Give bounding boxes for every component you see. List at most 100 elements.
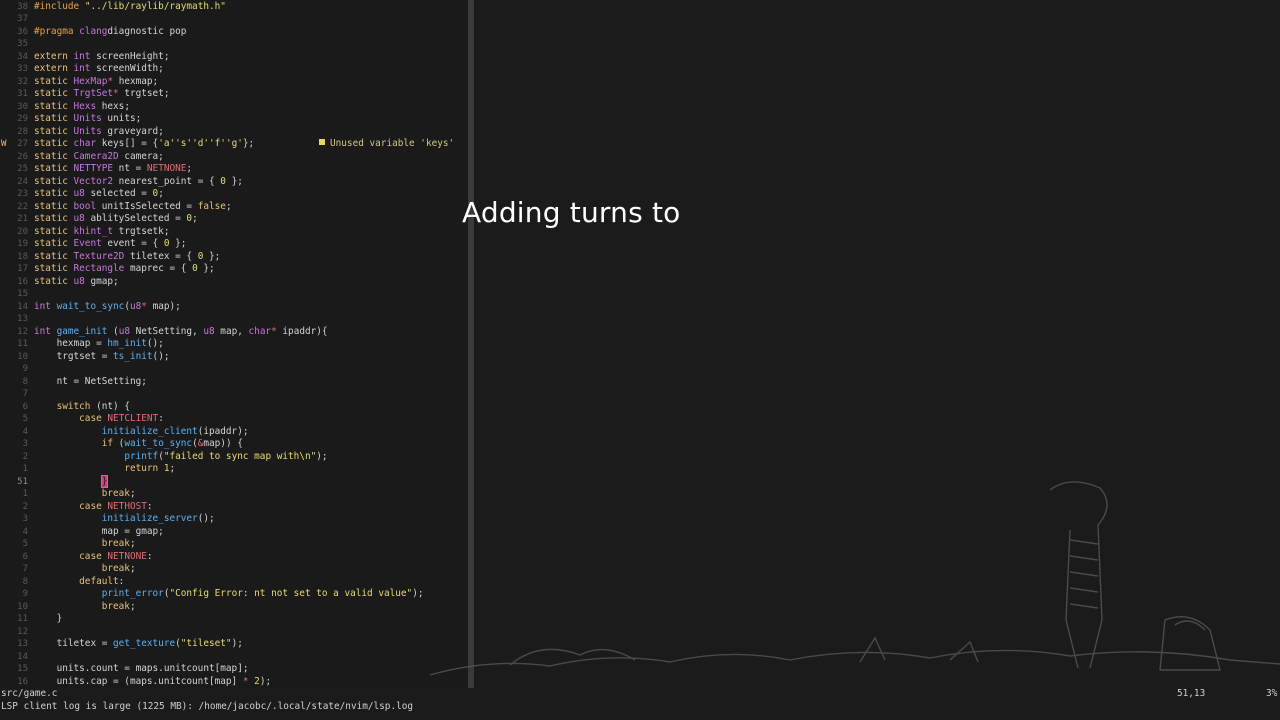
- code-text[interactable]: map = gmap;: [34, 526, 164, 539]
- code-line[interactable]: 22 static bool unitIsSelected = false;: [0, 201, 468, 214]
- code-editor-pane[interactable]: 38 #include "../lib/raylib/raymath.h" 37 36…: [0, 0, 468, 688]
- code-text[interactable]: initialize_server();: [34, 513, 215, 526]
- code-text[interactable]: nt = NetSetting;: [34, 376, 147, 389]
- code-line[interactable]: 19 static Event event = { 0 };: [0, 238, 468, 251]
- code-text[interactable]: static Units units;: [34, 113, 141, 126]
- code-text[interactable]: static Hexs hexs;: [34, 101, 130, 114]
- code-line[interactable]: 7 break;: [0, 563, 468, 576]
- code-line[interactable]: 4 map = gmap;: [0, 526, 468, 539]
- code-line[interactable]: 24 static Vector2 nearest_point = { 0 };: [0, 176, 468, 189]
- code-text[interactable]: static u8 selected = 0;: [34, 188, 164, 201]
- code-line[interactable]: 14 int wait_to_sync(u8* map);: [0, 301, 468, 314]
- code-line[interactable]: 29 static Units units;: [0, 113, 468, 126]
- code-text[interactable]: static Rectangle maprec = { 0 };: [34, 263, 215, 276]
- code-line[interactable]: 36 #pragma clangdiagnostic pop: [0, 26, 468, 39]
- code-line[interactable]: 31 static TrgtSet* trgtset;: [0, 88, 468, 101]
- code-text[interactable]: }: [34, 613, 63, 626]
- code-line[interactable]: 9: [0, 363, 468, 376]
- code-line[interactable]: 25 static NETTYPE nt = NETNONE;: [0, 163, 468, 176]
- code-line[interactable]: 4 initialize_client(ipaddr);: [0, 426, 468, 439]
- code-line[interactable]: 18 static Texture2D tiletex = { 0 };: [0, 251, 468, 264]
- code-line[interactable]: 32 static HexMap* hexmap;: [0, 76, 468, 89]
- code-line[interactable]: 8 nt = NetSetting;: [0, 376, 468, 389]
- code-text[interactable]: static char keys[] = {'a''s''d''f''g'};: [34, 138, 254, 151]
- code-text[interactable]: static TrgtSet* trgtset;: [34, 88, 170, 101]
- code-text[interactable]: printf("failed to sync map with\n");: [34, 451, 327, 464]
- code-text[interactable]: extern int screenWidth;: [34, 63, 164, 76]
- code-text[interactable]: default:: [34, 576, 124, 589]
- code-text[interactable]: break;: [34, 488, 136, 501]
- code-line[interactable]: 12 int game_init (u8 NetSetting, u8 map, …: [0, 326, 468, 339]
- code-text[interactable]: units.count = maps.unitcount[map];: [34, 663, 249, 676]
- code-text[interactable]: static NETTYPE nt = NETNONE;: [34, 163, 192, 176]
- code-text[interactable]: units.cap = (maps.unitcount[map] * 2);: [34, 676, 272, 689]
- code-line[interactable]: 20 static khint_t trgtsetk;: [0, 226, 468, 239]
- code-text[interactable]: trgtset = ts_init();: [34, 351, 170, 364]
- code-line[interactable]: 2 case NETHOST:: [0, 501, 468, 514]
- code-line[interactable]: 3 initialize_server();: [0, 513, 468, 526]
- code-text[interactable]: static HexMap* hexmap;: [34, 76, 158, 89]
- code-line[interactable]: 37: [0, 13, 468, 26]
- code-line[interactable]: 12: [0, 626, 468, 639]
- code-text[interactable]: }: [34, 474, 109, 489]
- code-line[interactable]: 13: [0, 313, 468, 326]
- code-text[interactable]: static Camera2D camera;: [34, 151, 164, 164]
- code-text[interactable]: int wait_to_sync(u8* map);: [34, 301, 181, 314]
- code-line[interactable]: 13 tiletex = get_texture("tileset");: [0, 638, 468, 651]
- code-text[interactable]: hexmap = hm_init();: [34, 338, 164, 351]
- code-line[interactable]: 26 static Camera2D camera;: [0, 151, 468, 164]
- code-text[interactable]: static Units graveyard;: [34, 126, 164, 139]
- code-text[interactable]: #include "../lib/raylib/raymath.h": [34, 1, 226, 14]
- code-text[interactable]: if (wait_to_sync(&map)) {: [34, 438, 243, 451]
- code-line[interactable]: 5 break;: [0, 538, 468, 551]
- code-line[interactable]: 17 static Rectangle maprec = { 0 };: [0, 263, 468, 276]
- code-line[interactable]: 38 #include "../lib/raylib/raymath.h": [0, 1, 468, 14]
- code-line[interactable]: 8 default:: [0, 576, 468, 589]
- code-line[interactable]: 7: [0, 388, 468, 401]
- code-line[interactable]: 10 break;: [0, 601, 468, 614]
- code-line[interactable]: 10 trgtset = ts_init();: [0, 351, 468, 364]
- code-text[interactable]: tiletex = get_texture("tileset");: [34, 638, 243, 651]
- code-line[interactable]: 1 return 1;: [0, 463, 468, 476]
- code-text[interactable]: static Vector2 nearest_point = { 0 };: [34, 176, 243, 189]
- code-text[interactable]: case NETCLIENT:: [34, 413, 164, 426]
- code-line[interactable]: 21 static u8 ablitySelected = 0;: [0, 213, 468, 226]
- code-text[interactable]: switch (nt) {: [34, 401, 130, 414]
- code-line[interactable]: 16 static u8 gmap;: [0, 276, 468, 289]
- code-text[interactable]: break;: [34, 563, 136, 576]
- code-line[interactable]: 15 units.count = maps.unitcount[map];: [0, 663, 468, 676]
- code-text[interactable]: extern int screenHeight;: [34, 51, 169, 64]
- code-text[interactable]: print_error("Config Error: nt not set to…: [34, 588, 424, 601]
- code-line[interactable]: 2 printf("failed to sync map with\n");: [0, 451, 468, 464]
- code-line[interactable]: 3 if (wait_to_sync(&map)) {: [0, 438, 468, 451]
- code-text[interactable]: static bool unitIsSelected = false;: [34, 201, 232, 214]
- code-line[interactable]: 9 print_error("Config Error: nt not set …: [0, 588, 468, 601]
- code-text[interactable]: static Event event = { 0 };: [34, 238, 186, 251]
- code-text[interactable]: break;: [34, 538, 136, 551]
- code-line[interactable]: 6 switch (nt) {: [0, 401, 468, 414]
- code-line[interactable]: 14: [0, 651, 468, 664]
- code-line[interactable]: 11 }: [0, 613, 468, 626]
- code-line[interactable]: 6 case NETNONE:: [0, 551, 468, 564]
- code-text[interactable]: initialize_client(ipaddr);: [34, 426, 249, 439]
- code-text[interactable]: static Texture2D tiletex = { 0 };: [34, 251, 220, 264]
- code-text[interactable]: static u8 ablitySelected = 0;: [34, 213, 198, 226]
- code-text[interactable]: static khint_t trgtsetk;: [34, 226, 169, 239]
- code-text[interactable]: int game_init (u8 NetSetting, u8 map, ch…: [34, 326, 328, 339]
- code-line[interactable]: 16 units.cap = (maps.unitcount[map] * 2)…: [0, 676, 468, 689]
- code-text[interactable]: #pragma clangdiagnostic pop: [34, 26, 186, 39]
- code-text[interactable]: return 1;: [34, 463, 175, 476]
- code-line[interactable]: 23 static u8 selected = 0;: [0, 188, 468, 201]
- code-text[interactable]: static u8 gmap;: [34, 276, 119, 289]
- code-line[interactable]: 30 static Hexs hexs;: [0, 101, 468, 114]
- code-text[interactable]: case NETHOST:: [34, 501, 152, 514]
- code-line[interactable]: 51 }: [0, 474, 468, 489]
- code-text[interactable]: break;: [34, 601, 136, 614]
- code-line[interactable]: 1 break;: [0, 488, 468, 501]
- code-line[interactable]: 5 case NETCLIENT:: [0, 413, 468, 426]
- code-line[interactable]: 11 hexmap = hm_init();: [0, 338, 468, 351]
- code-line[interactable]: 34 extern int screenHeight;: [0, 51, 468, 64]
- code-line[interactable]: 15: [0, 288, 468, 301]
- code-line[interactable]: W 27 static char keys[] = {'a''s''d''f''g'…: [0, 138, 468, 151]
- code-line[interactable]: 28 static Units graveyard;: [0, 126, 468, 139]
